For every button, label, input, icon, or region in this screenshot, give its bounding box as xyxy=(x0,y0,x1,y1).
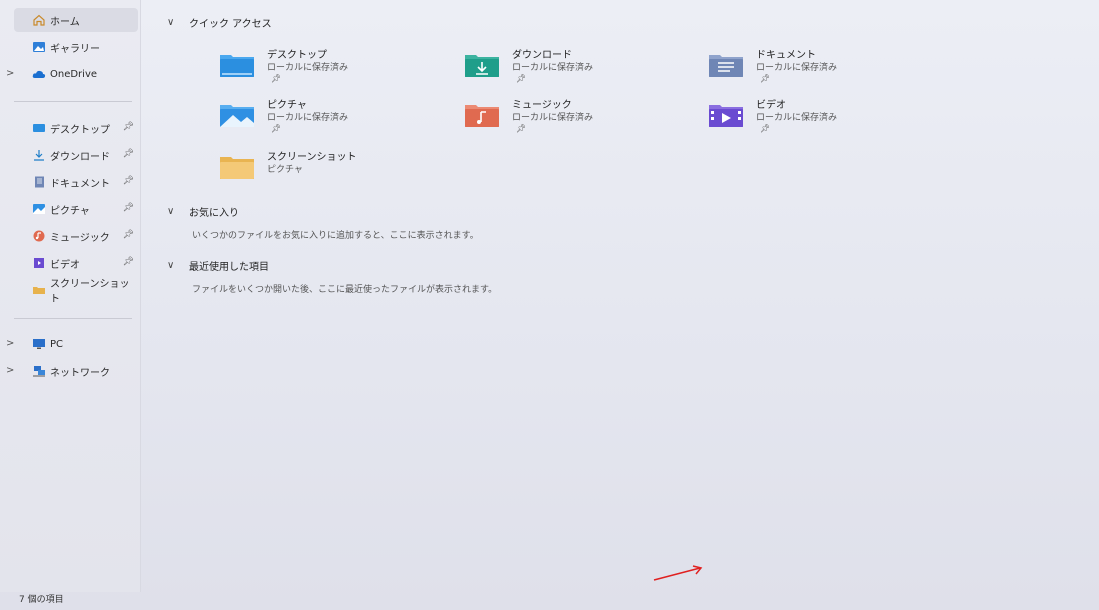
video-icon xyxy=(32,257,46,269)
item-location: ローカルに保存済み xyxy=(512,63,594,73)
sidebar-item-screenshots[interactable]: スクリーンショット xyxy=(14,278,138,305)
videos-folder-icon xyxy=(709,105,743,127)
quick-access-header[interactable]: ∨ クイック アクセス xyxy=(167,15,272,30)
navigation-pane: ホーム ギャラリー > OneDrive デスクトップ 📌︎ ダウンロード 📌︎… xyxy=(0,0,141,592)
section-title: クイック アクセス xyxy=(189,19,272,30)
pin-icon: 📌︎ xyxy=(516,124,527,133)
item-name: ドキュメント xyxy=(756,50,816,61)
desktop-folder-icon xyxy=(220,55,254,77)
sidebar-divider xyxy=(14,101,132,102)
chevron-right-icon[interactable]: > xyxy=(6,68,14,79)
pin-icon[interactable]: 📌︎ xyxy=(123,257,134,267)
section-title: お気に入り xyxy=(189,208,239,219)
item-name: ダウンロード xyxy=(512,50,572,61)
sidebar-item-gallery[interactable]: ギャラリー xyxy=(14,35,138,59)
item-name: ピクチャ xyxy=(267,100,307,111)
folder-icon xyxy=(32,284,46,296)
home-icon xyxy=(32,14,46,26)
sidebar-item-home[interactable]: ホーム xyxy=(14,8,138,32)
sidebar-item-label: スクリーンショット xyxy=(50,279,130,305)
pin-icon[interactable]: 📌︎ xyxy=(123,149,134,159)
pictures-folder-icon xyxy=(220,105,254,127)
sidebar-item-label: ピクチャ xyxy=(50,205,90,217)
recent-empty-message: ファイルをいくつか開いた後、ここに最近使ったファイルが表示されます。 xyxy=(192,285,498,295)
pin-icon[interactable]: 📌︎ xyxy=(123,122,134,132)
favorites-header[interactable]: ∨ お気に入り xyxy=(167,204,239,219)
chevron-right-icon[interactable]: > xyxy=(6,365,14,376)
cloud-icon xyxy=(32,68,46,80)
sidebar-item-videos[interactable]: ビデオ 📌︎ xyxy=(14,251,138,275)
pc-icon xyxy=(32,338,46,350)
recent-header[interactable]: ∨ 最近使用した項目 xyxy=(167,258,269,273)
pin-icon: 📌︎ xyxy=(271,124,282,133)
item-location: ローカルに保存済み xyxy=(756,63,838,73)
status-bar-item-count: 7 個の項目 xyxy=(19,595,64,605)
chevron-down-icon[interactable]: ∨ xyxy=(167,260,189,271)
folder-icon xyxy=(220,157,254,179)
sidebar-item-network[interactable]: > ネットワーク xyxy=(6,359,138,383)
sidebar-item-label: PC xyxy=(50,338,64,350)
pin-icon: 📌︎ xyxy=(516,74,527,83)
quick-access-item-screenshots[interactable]: スクリーンショット ピクチャ xyxy=(219,148,439,192)
sidebar-item-music[interactable]: ミュージック 📌︎ xyxy=(14,224,138,248)
chevron-down-icon[interactable]: ∨ xyxy=(167,206,189,217)
music-icon xyxy=(32,230,46,242)
sidebar-item-desktop[interactable]: デスクトップ 📌︎ xyxy=(14,116,138,140)
documents-folder-icon xyxy=(709,55,743,77)
item-location: ピクチャ xyxy=(267,165,303,175)
download-icon xyxy=(32,149,46,161)
pin-icon: 📌︎ xyxy=(760,124,771,133)
desktop-folder-icon xyxy=(32,122,46,134)
sidebar-item-label: ビデオ xyxy=(50,259,80,271)
item-name: デスクトップ xyxy=(267,50,327,61)
item-location: ローカルに保存済み xyxy=(267,113,349,123)
pin-icon[interactable]: 📌︎ xyxy=(123,203,134,213)
quick-access-item-desktop[interactable]: デスクトップ ローカルに保存済み 📌︎ xyxy=(219,46,439,90)
pin-icon: 📌︎ xyxy=(271,74,282,83)
quick-access-item-downloads[interactable]: ダウンロード ローカルに保存済み 📌︎ xyxy=(464,46,684,90)
red-arrow-annotation xyxy=(653,565,703,581)
gallery-icon xyxy=(32,41,46,53)
sidebar-item-label: ホーム xyxy=(50,16,80,28)
sidebar-item-label: OneDrive xyxy=(50,68,98,80)
item-location: ローカルに保存済み xyxy=(756,113,838,123)
quick-access-item-videos[interactable]: ビデオ ローカルに保存済み 📌︎ xyxy=(708,96,928,140)
pin-icon[interactable]: 📌︎ xyxy=(123,176,134,186)
quick-access-item-documents[interactable]: ドキュメント ローカルに保存済み 📌︎ xyxy=(708,46,928,90)
pictures-icon xyxy=(32,203,46,215)
sidebar-item-label: ドキュメント xyxy=(50,178,110,190)
sidebar-item-pictures[interactable]: ピクチャ 📌︎ xyxy=(14,197,138,221)
network-icon xyxy=(32,365,46,377)
section-title: 最近使用した項目 xyxy=(189,262,269,273)
item-name: ビデオ xyxy=(756,100,786,111)
sidebar-divider xyxy=(14,318,132,319)
file-explorer-window: ホーム ギャラリー > OneDrive デスクトップ 📌︎ ダウンロード 📌︎… xyxy=(0,0,1099,610)
sidebar-item-onedrive[interactable]: > OneDrive xyxy=(6,62,138,86)
sidebar-item-downloads[interactable]: ダウンロード 📌︎ xyxy=(14,143,138,167)
document-icon xyxy=(32,176,46,188)
item-location: ローカルに保存済み xyxy=(267,63,349,73)
item-location: ローカルに保存済み xyxy=(512,113,594,123)
chevron-right-icon[interactable]: > xyxy=(6,338,14,349)
content-pane: ∨ クイック アクセス デスクトップ ローカルに保存済み 📌︎ ダウンロード ロ… xyxy=(141,0,1099,592)
pin-icon[interactable]: 📌︎ xyxy=(123,230,134,240)
pin-icon: 📌︎ xyxy=(760,74,771,83)
chevron-down-icon[interactable]: ∨ xyxy=(167,17,189,28)
sidebar-item-label: ギャラリー xyxy=(50,43,100,55)
item-name: スクリーンショット xyxy=(267,152,357,163)
sidebar-item-label: ダウンロード xyxy=(50,151,110,163)
sidebar-item-pc[interactable]: > PC xyxy=(6,332,138,356)
item-name: ミュージック xyxy=(512,100,572,111)
download-folder-icon xyxy=(465,55,499,77)
favorites-empty-message: いくつかのファイルをお気に入りに追加すると、ここに表示されます。 xyxy=(192,231,479,241)
quick-access-item-pictures[interactable]: ピクチャ ローカルに保存済み 📌︎ xyxy=(219,96,439,140)
sidebar-item-documents[interactable]: ドキュメント 📌︎ xyxy=(14,170,138,194)
quick-access-item-music[interactable]: ミュージック ローカルに保存済み 📌︎ xyxy=(464,96,684,140)
music-folder-icon xyxy=(465,105,499,127)
sidebar-item-label: ミュージック xyxy=(50,232,110,244)
sidebar-item-label: デスクトップ xyxy=(50,124,110,136)
sidebar-item-label: ネットワーク xyxy=(50,367,110,379)
